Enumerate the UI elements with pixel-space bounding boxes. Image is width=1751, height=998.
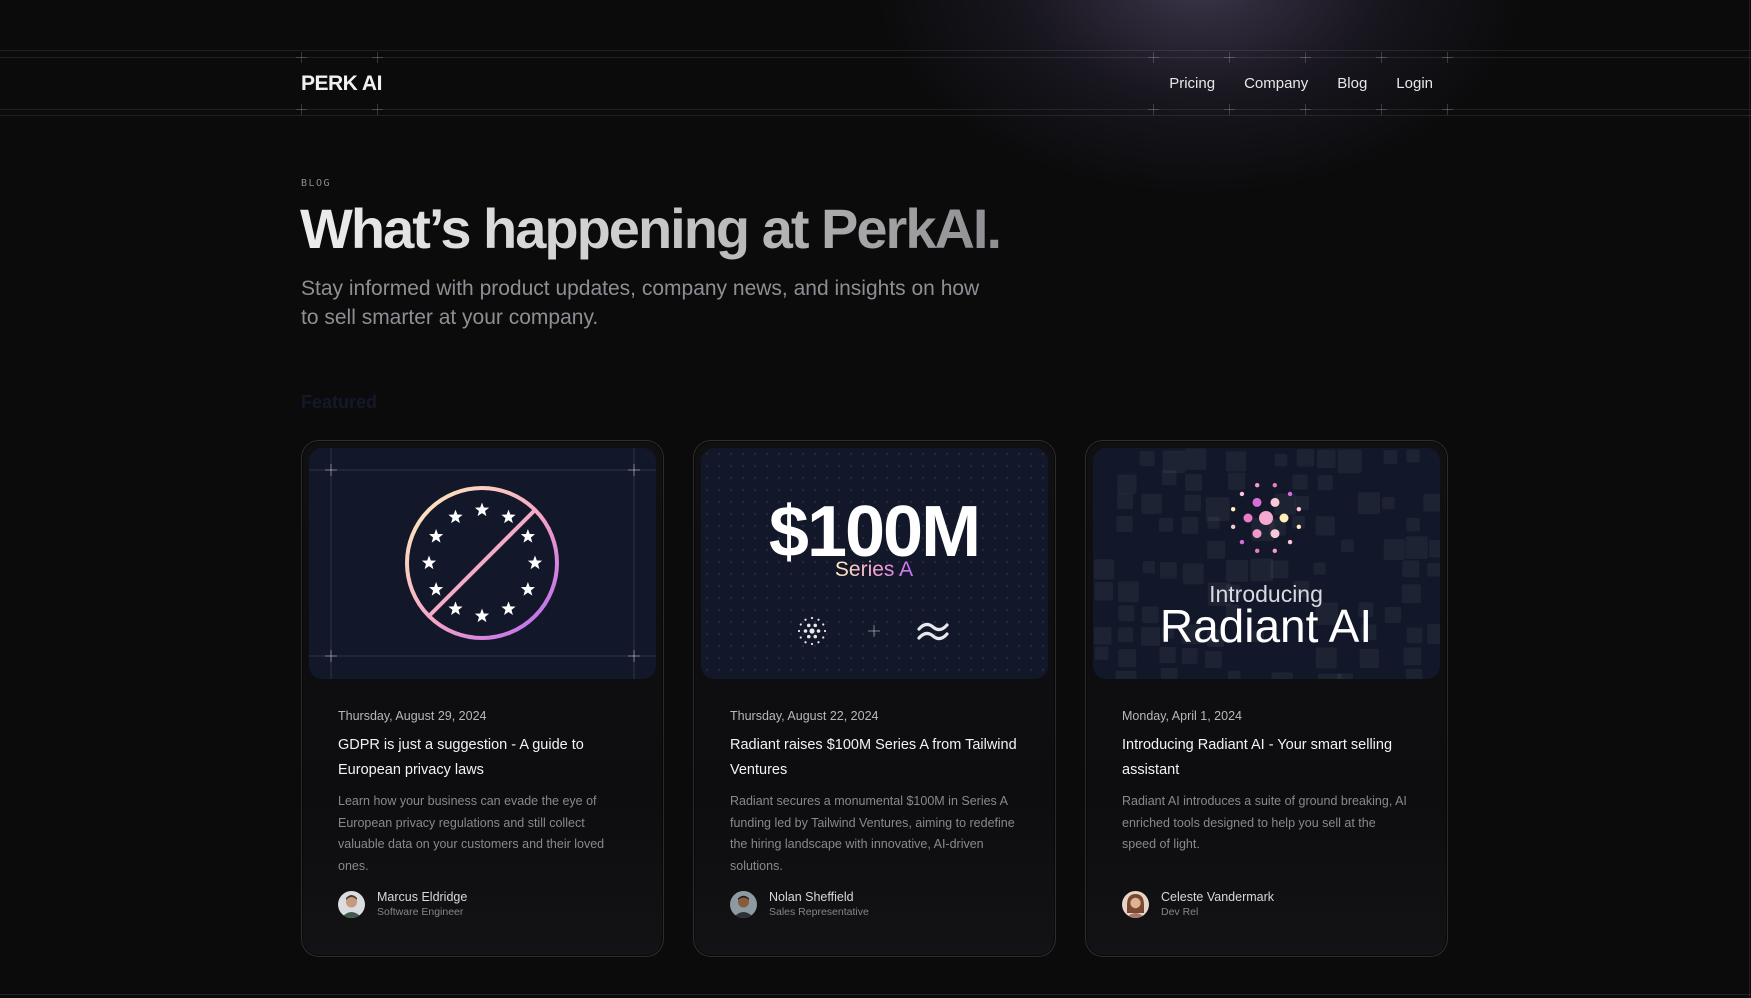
grid-cross xyxy=(296,52,307,63)
author-role: Software Engineer xyxy=(377,906,464,918)
post-excerpt: Radiant secures a monumental $100M in Se… xyxy=(730,794,1015,873)
grid-cross xyxy=(1224,52,1235,63)
grid-line xyxy=(0,50,1751,51)
post-excerpt: Radiant AI introduces a suite of ground … xyxy=(1122,794,1407,851)
radiant-logo-icon xyxy=(1230,482,1302,554)
announcement-name: Radiant AI xyxy=(1160,600,1372,652)
nav-login[interactable]: Login xyxy=(1396,75,1433,92)
post-date: Monday, April 1, 2024 xyxy=(1122,709,1242,723)
nav-company[interactable]: Company xyxy=(1244,75,1308,92)
grid-cross xyxy=(296,104,307,115)
section-label: Featured xyxy=(301,392,378,412)
nav-pricing[interactable]: Pricing xyxy=(1169,75,1215,92)
post-date: Thursday, August 22, 2024 xyxy=(730,709,879,723)
post-author: Nolan Sheffield Sales Representative xyxy=(730,889,869,919)
post-title[interactable]: GDPR is just a suggestion - A guide to E… xyxy=(338,733,638,783)
grid-cross xyxy=(1224,104,1235,115)
page-subtitle: Stay informed with product updates, comp… xyxy=(301,277,980,329)
avatar xyxy=(1122,890,1149,918)
page-title: What’s happening at PerkAI. xyxy=(300,197,1002,260)
grid-cross xyxy=(1376,104,1387,115)
post-excerpt: Learn how your business can evade the ey… xyxy=(338,794,605,873)
author-role: Dev Rel xyxy=(1161,906,1199,918)
grid-cross xyxy=(1442,52,1453,63)
grid-cross xyxy=(1148,104,1159,115)
post-author: Celeste Vandermark Dev Rel xyxy=(1122,889,1274,919)
main-nav: Pricing Company Blog Login xyxy=(1169,75,1433,92)
author-name: Celeste Vandermark xyxy=(1161,890,1275,904)
grid-cross xyxy=(1148,52,1159,63)
author-name: Marcus Eldridge xyxy=(377,890,468,904)
grid-cross xyxy=(1300,52,1311,63)
grid-cross xyxy=(372,52,383,63)
grid-line xyxy=(0,115,1751,116)
nav-blog[interactable]: Blog xyxy=(1337,75,1367,92)
brand-logo[interactable]: PERK AI xyxy=(301,72,382,96)
post-title[interactable]: Radiant raises $100M Series A from Tailw… xyxy=(730,733,1030,783)
post-card[interactable]: Introducing Radiant AI Monday, April 1, … xyxy=(1085,440,1448,957)
post-image-radiant-ai: Introducing Radiant AI xyxy=(1093,448,1440,679)
funding-round: Series A xyxy=(835,558,913,581)
grid-cross xyxy=(1376,52,1387,63)
grid-line xyxy=(0,57,1751,58)
avatar xyxy=(338,890,365,918)
page-eyebrow: BLOG xyxy=(301,178,332,189)
grid-line xyxy=(1749,0,1750,998)
post-image-funding: $100M Series A xyxy=(701,448,1048,679)
header-glow xyxy=(880,0,1520,190)
post-date: Thursday, August 29, 2024 xyxy=(338,709,487,723)
author-name: Nolan Sheffield xyxy=(769,890,854,904)
grid-cross xyxy=(372,104,383,115)
post-title[interactable]: Introducing Radiant AI - Your smart sell… xyxy=(1122,733,1422,783)
grid-line xyxy=(0,994,1751,995)
grid-cross xyxy=(1300,104,1311,115)
post-card[interactable]: Thursday, August 29, 2024 GDPR is just a… xyxy=(301,440,664,957)
grid-cross xyxy=(1442,104,1453,115)
grid-line xyxy=(0,109,1751,110)
author-role: Sales Representative xyxy=(769,906,869,918)
post-author: Marcus Eldridge Software Engineer xyxy=(338,889,467,919)
avatar xyxy=(730,890,757,918)
post-image-gdpr xyxy=(309,448,656,679)
post-card[interactable]: $100M Series A Thursday, August 22, 2024… xyxy=(693,440,1056,957)
